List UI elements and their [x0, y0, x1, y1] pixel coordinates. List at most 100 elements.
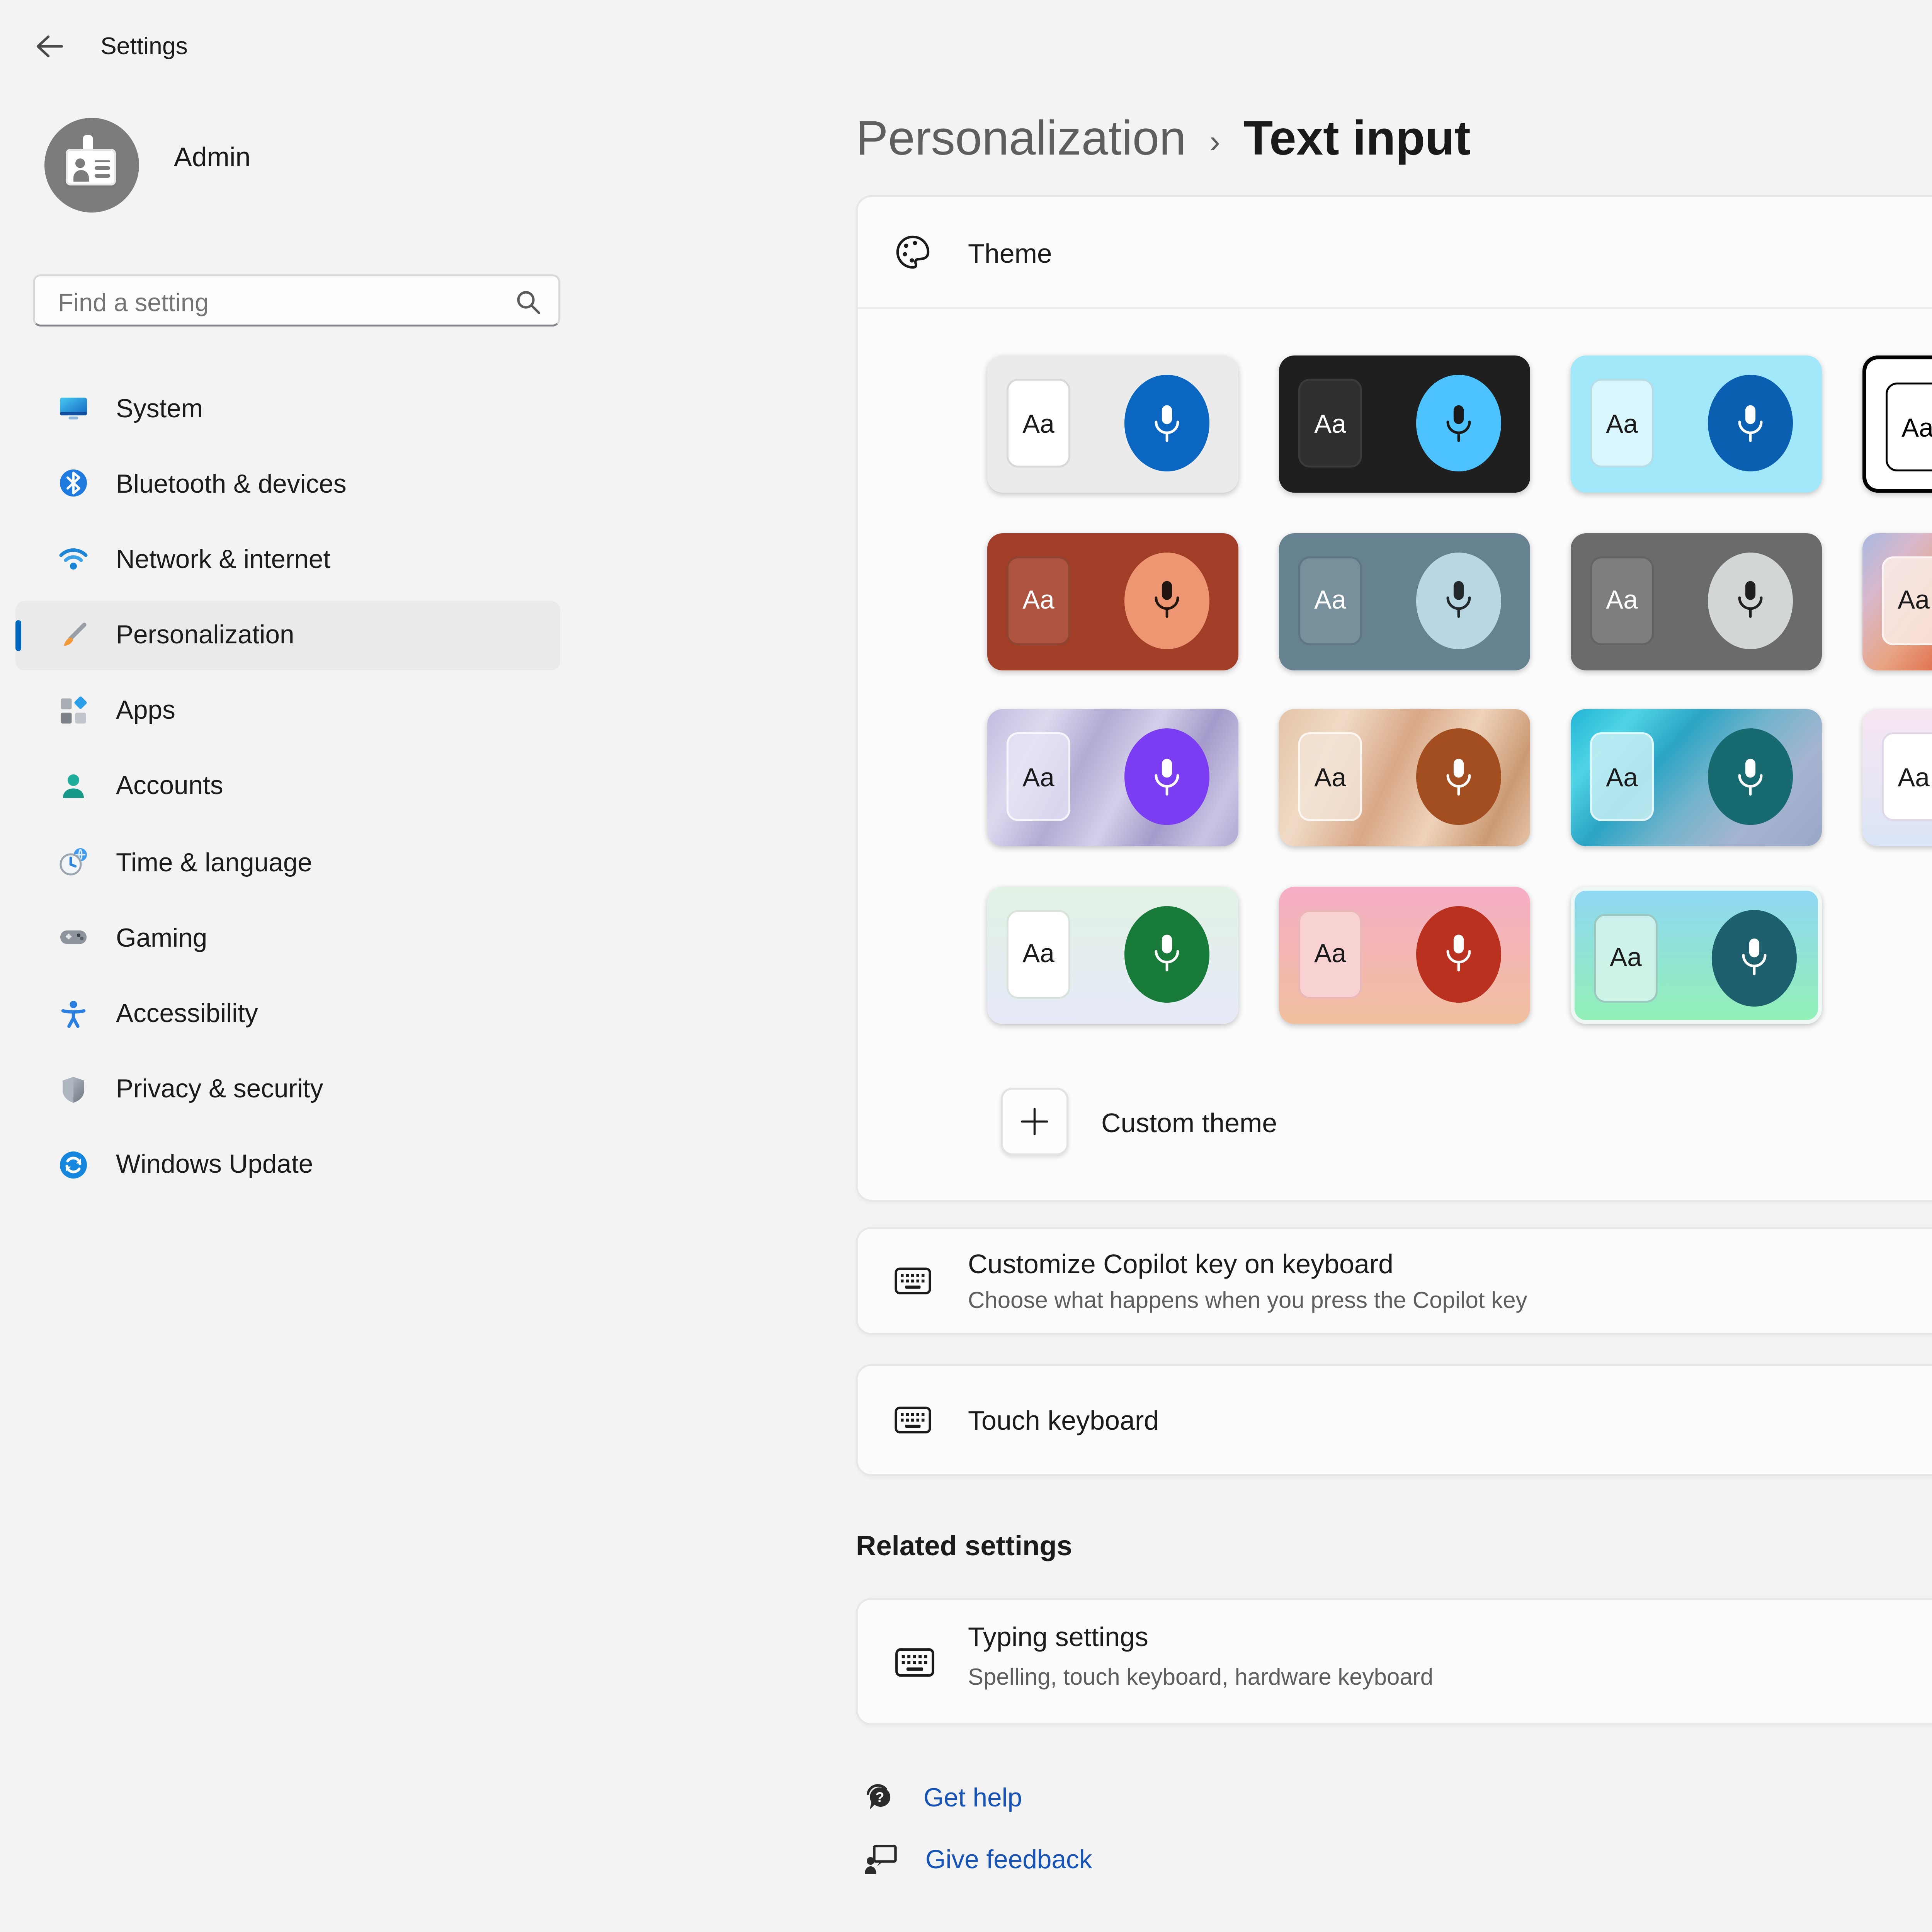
microphone-icon	[1124, 552, 1209, 648]
breadcrumb-separator-icon: ›	[1209, 118, 1220, 162]
windows-update-icon	[58, 1149, 89, 1180]
sidebar-item-label: Accessibility	[116, 999, 258, 1028]
theme-tile-cyan-mint[interactable]: Aa	[1571, 886, 1822, 1024]
shield-icon	[58, 1073, 89, 1104]
theme-tile-pink-pastel[interactable]: Aa	[1862, 709, 1932, 847]
copilot-key-title: Customize Copilot key on keyboard	[968, 1248, 1393, 1279]
microphone-icon	[1708, 552, 1793, 648]
keyboard-icon	[895, 1648, 935, 1677]
wifi-icon	[58, 544, 89, 575]
theme-tile-brick-red[interactable]: Aa	[987, 532, 1238, 670]
sidebar-item-label: Time & language	[116, 847, 312, 876]
palette-icon	[895, 234, 931, 270]
microphone-icon	[1708, 729, 1793, 825]
theme-header[interactable]: Theme	[858, 197, 1932, 307]
microphone-icon	[1124, 729, 1209, 825]
user-name: Admin	[174, 141, 250, 172]
sidebar-item-label: Accounts	[116, 772, 223, 801]
theme-aa-sample: Aa	[1886, 383, 1932, 471]
accessibility-icon	[58, 998, 89, 1029]
copilot-key-subtitle: Choose what happens when you press the C…	[968, 1287, 1527, 1314]
sidebar-item-label: Personalization	[116, 620, 294, 649]
sidebar-item-gaming[interactable]: Gaming	[15, 903, 560, 973]
custom-theme-row: Custom theme	[1001, 1088, 1277, 1155]
theme-aa-sample: Aa	[1298, 733, 1362, 821]
theme-tile-light-blue[interactable]: Aa	[1571, 355, 1822, 493]
theme-tile-steel-blue[interactable]: Aa	[1279, 532, 1530, 670]
sidebar-item-accounts[interactable]: Accounts	[15, 752, 560, 821]
keyboard-icon	[895, 1267, 931, 1294]
theme-tile-pink-peach[interactable]: Aa	[1279, 886, 1530, 1024]
give-feedback-label[interactable]: Give feedback	[925, 1845, 1092, 1874]
avatar[interactable]	[44, 118, 139, 213]
bluetooth-icon	[58, 468, 89, 499]
microphone-icon	[1712, 910, 1797, 1006]
microphone-icon	[1124, 375, 1209, 471]
breadcrumb-parent[interactable]: Personalization	[856, 112, 1186, 168]
search-input[interactable]	[54, 278, 506, 327]
sidebar-item-time-language[interactable]: Time & language	[15, 827, 560, 897]
personalization-icon	[58, 619, 89, 650]
sidebar-item-label: Bluetooth & devices	[116, 469, 347, 498]
sidebar-item-windows-update[interactable]: Windows Update	[15, 1130, 560, 1199]
sidebar-nav: System Bluetooth & devices Network & int…	[15, 373, 560, 1206]
theme-tile-gray[interactable]: Aa	[1571, 532, 1822, 670]
theme-tile-green-pastel[interactable]: Aa	[987, 886, 1238, 1024]
back-button[interactable]	[27, 25, 70, 68]
microphone-icon	[1416, 906, 1501, 1002]
theme-aa-sample: Aa	[1594, 913, 1658, 1002]
breadcrumb: Personalization › Text input	[856, 112, 1471, 168]
touch-keyboard-title: Touch keyboard	[968, 1405, 1159, 1435]
theme-tile-sunset-image[interactable]: Aa	[1862, 532, 1932, 670]
give-feedback-link[interactable]: Give feedback	[864, 1843, 1092, 1876]
find-setting-search[interactable]	[33, 274, 560, 327]
theme-grid: Aa Aa Aa Aa Aa Aa Aa Aa Aa Aa Aa Aa Aa Aa Aa	[987, 355, 1932, 1024]
sidebar-item-accessibility[interactable]: Accessibility	[15, 979, 560, 1048]
sidebar-item-label: Windows Update	[116, 1150, 313, 1179]
microphone-icon	[1416, 552, 1501, 648]
typing-settings-card[interactable]: Typing settings Spelling, touch keyboard…	[856, 1598, 1932, 1725]
sidebar-item-apps[interactable]: Apps	[15, 676, 560, 745]
theme-aa-sample: Aa	[1007, 733, 1070, 821]
system-icon	[58, 392, 89, 423]
touch-keyboard-card[interactable]: Touch keyboard	[856, 1364, 1932, 1476]
get-help-label[interactable]: Get help	[923, 1783, 1022, 1812]
copilot-key-card: Customize Copilot key on keyboard Choose…	[856, 1227, 1932, 1335]
theme-tile-light[interactable]: Aa	[987, 355, 1238, 493]
theme-tile-high-contrast[interactable]: Aa	[1862, 355, 1932, 493]
sidebar-item-label: System	[116, 393, 203, 422]
theme-card: Theme Aa Aa Aa Aa Aa Aa Aa Aa Aa Aa Aa Aa Aa Aa Aa Cus…	[856, 195, 1932, 1202]
microphone-icon	[1416, 375, 1501, 471]
sidebar-item-personalization[interactable]: Personalization	[15, 600, 560, 670]
microphone-icon	[1708, 375, 1793, 471]
theme-tile-dark[interactable]: Aa	[1279, 355, 1530, 493]
sidebar-item-network-internet[interactable]: Network & internet	[15, 524, 560, 594]
help-bubble-icon: ?	[864, 1781, 896, 1814]
window-title: Settings	[100, 33, 188, 60]
theme-aa-sample: Aa	[1590, 733, 1654, 821]
microphone-icon	[1416, 729, 1501, 825]
theme-tile-tan-silk[interactable]: Aa	[1279, 709, 1530, 847]
theme-tile-purple-abstract[interactable]: Aa	[987, 709, 1238, 847]
theme-aa-sample: Aa	[1882, 556, 1932, 645]
sidebar-item-system[interactable]: System	[15, 373, 560, 442]
custom-theme-label: Custom theme	[1101, 1106, 1277, 1137]
sidebar-item-privacy-security[interactable]: Privacy & security	[15, 1054, 560, 1124]
theme-aa-sample: Aa	[1007, 910, 1070, 998]
sidebar-item-label: Gaming	[116, 923, 207, 952]
accounts-icon	[58, 771, 89, 802]
theme-aa-sample: Aa	[1298, 556, 1362, 645]
add-custom-theme-button[interactable]	[1001, 1088, 1068, 1155]
main-content: Personalization › Text input Theme AaAaA…	[580, 91, 1932, 1932]
theme-aa-sample: Aa	[1882, 733, 1932, 821]
theme-aa-sample: Aa	[1298, 379, 1362, 468]
keyboard-icon	[895, 1406, 931, 1434]
sidebar-item-bluetooth-devices[interactable]: Bluetooth & devices	[15, 449, 560, 518]
theme-tile-teal-ink[interactable]: Aa	[1571, 709, 1822, 847]
svg-text:?: ?	[876, 1789, 884, 1805]
typing-settings-title: Typing settings	[968, 1621, 1148, 1652]
titlebar: Settings	[0, 0, 1932, 91]
sidebar: Admin System Bluetooth & devices Network…	[0, 91, 580, 1932]
get-help-link[interactable]: ? Get help	[864, 1781, 1022, 1814]
theme-aa-sample: Aa	[1590, 556, 1654, 645]
